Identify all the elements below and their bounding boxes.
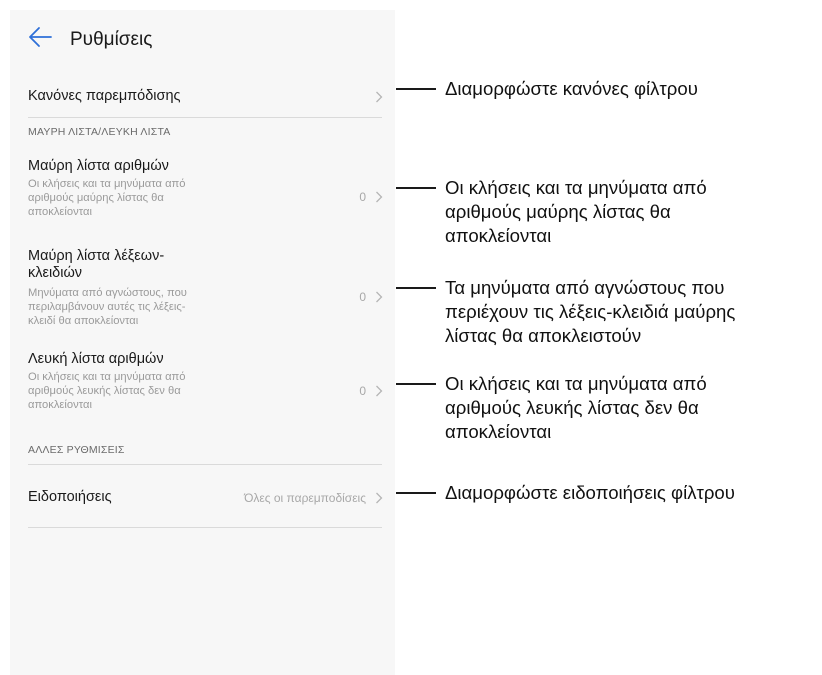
chevron-right-icon xyxy=(376,385,383,397)
number-blacklist-count: 0 xyxy=(359,190,366,204)
callout-line-text: Τα μηνύματα από αγνώστους που xyxy=(445,277,725,298)
number-blacklist-label: Μαύρη λίστα αριθμών xyxy=(28,158,169,174)
description-line: αποκλείονται xyxy=(28,206,92,218)
callout-number-blacklist: Οι κλήσεις και τα μηνύματα από αριθμούς … xyxy=(445,176,707,248)
description-line: αριθμούς λευκής λίστας δεν θα xyxy=(28,385,181,397)
chevron-right-icon xyxy=(376,291,383,303)
callout-connector xyxy=(396,492,436,494)
callout-notifications: Διαμορφώστε ειδοποιήσεις φίλτρου xyxy=(445,481,735,505)
description-line: Μηνύματα από αγνώστους, που xyxy=(28,287,187,299)
callout-blocking-rules: Διαμορφώστε κανόνες φίλτρου xyxy=(445,77,698,101)
callout-line-text: περιέχουν τις λέξεις-κλειδιά μαύρης xyxy=(445,301,736,322)
label-line: κλειδιών xyxy=(28,265,83,281)
callout-line-text: Οι κλήσεις και τα μηνύματα από xyxy=(445,177,707,198)
number-blacklist-description: Οι κλήσεις και τα μηνύματα από αριθμούς … xyxy=(28,177,185,219)
number-whitelist-label: Λευκή λίστα αριθμών xyxy=(28,351,164,367)
keyword-blacklist-row[interactable]: Μαύρη λίστα λέξεων- κλειδιών Μηνύματα απ… xyxy=(10,242,395,342)
divider xyxy=(28,527,382,528)
description-line: Οι κλήσεις και τα μηνύματα από xyxy=(28,371,186,383)
page-title: Ρυθμίσεις xyxy=(70,29,153,50)
keyword-blacklist-count: 0 xyxy=(359,290,366,304)
section-header-other-settings: ΑΛΛΕΣ ΡΥΘΜΙΣΕΙΣ xyxy=(28,444,125,456)
blocking-rules-row[interactable]: Κανόνες παρεμπόδισης xyxy=(10,72,395,116)
blocking-rules-label: Κανόνες παρεμπόδισης xyxy=(28,88,181,104)
number-whitelist-row[interactable]: Λευκή λίστα αριθμών Οι κλήσεις και τα μη… xyxy=(10,343,395,433)
callout-connector xyxy=(396,187,436,189)
callout-line-text: αποκλείονται xyxy=(445,225,552,246)
chevron-right-icon xyxy=(376,91,383,103)
description-line: Οι κλήσεις και τα μηνύματα από xyxy=(28,178,186,190)
number-whitelist-count: 0 xyxy=(359,384,366,398)
callout-connector xyxy=(396,88,436,90)
callout-number-whitelist: Οι κλήσεις και τα μηνύματα από αριθμούς … xyxy=(445,372,707,444)
description-line: αποκλείονται xyxy=(28,399,92,411)
callout-line-text: λίστας θα αποκλειστούν xyxy=(445,325,642,346)
callout-line-text: Οι κλήσεις και τα μηνύματα από xyxy=(445,373,707,394)
keyword-blacklist-label: Μαύρη λίστα λέξεων- κλειδιών xyxy=(28,248,164,282)
notifications-label: Ειδοποιήσεις xyxy=(28,489,112,505)
notifications-value: Όλες οι παρεμποδίσεις xyxy=(244,491,366,505)
callout-line-text: αριθμούς μαύρης λίστας θα xyxy=(445,201,671,222)
app-bar: Ρυθμίσεις xyxy=(10,10,395,62)
arrow-left-icon[interactable] xyxy=(28,26,52,48)
section-header-blacklist-whitelist: ΜΑΥΡΗ ΛΙΣΤΑ/ΛΕΥΚΗ ΛΙΣΤΑ xyxy=(28,126,171,138)
callout-line-text: αριθμούς λευκής λίστας δεν θα xyxy=(445,397,699,418)
description-line: περιλαμβάνουν αυτές τις λέξεις- xyxy=(28,301,186,313)
settings-screen: Ρυθμίσεις Κανόνες παρεμπόδισης ΜΑΥΡΗ ΛΙΣ… xyxy=(10,10,395,675)
description-line: αριθμούς μαύρης λίστας θα xyxy=(28,192,164,204)
divider xyxy=(28,464,382,465)
notifications-row[interactable]: Ειδοποιήσεις Όλες οι παρεμποδίσεις xyxy=(10,476,395,520)
callout-connector xyxy=(396,287,436,289)
callout-line-text: Διαμορφώστε ειδοποιήσεις φίλτρου xyxy=(445,482,735,503)
divider xyxy=(28,117,382,118)
number-whitelist-description: Οι κλήσεις και τα μηνύματα από αριθμούς … xyxy=(28,370,185,412)
number-blacklist-row[interactable]: Μαύρη λίστα αριθμών Οι κλήσεις και τα μη… xyxy=(10,150,395,240)
description-line: κλειδί θα αποκλείονται xyxy=(28,315,139,327)
chevron-right-icon xyxy=(376,492,383,504)
callout-connector xyxy=(396,383,436,385)
label-line: Μαύρη λίστα λέξεων- xyxy=(28,248,165,264)
keyword-blacklist-description: Μηνύματα από αγνώστους, που περιλαμβάνου… xyxy=(28,286,187,328)
chevron-right-icon xyxy=(376,191,383,203)
callout-line-text: αποκλείονται xyxy=(445,421,552,442)
callout-line-text: Διαμορφώστε κανόνες φίλτρου xyxy=(445,78,698,99)
callout-keyword-blacklist: Τα μηνύματα από αγνώστους που περιέχουν … xyxy=(445,276,735,348)
